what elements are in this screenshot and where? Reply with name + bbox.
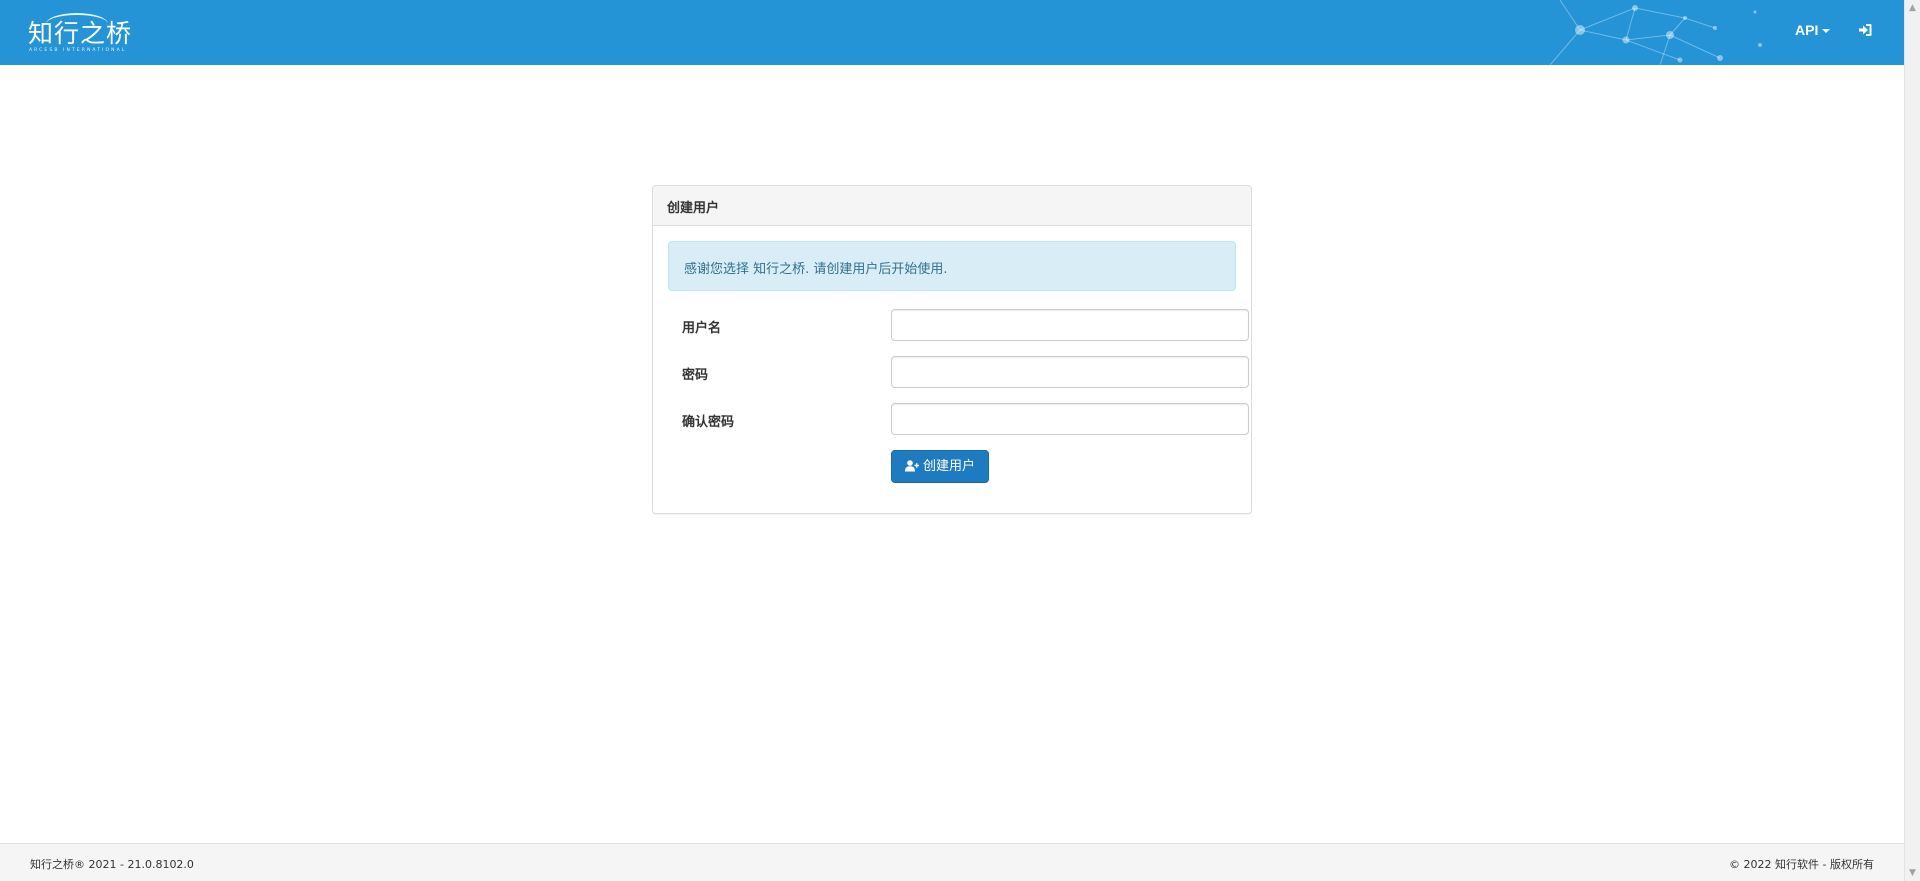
footer-copyright: © 2022 知行软件 - 版权所有 [1729, 858, 1874, 871]
footer-version: 知行之桥® 2021 - 21.0.8102.0 [30, 858, 194, 871]
brand-name: 知行之桥 [28, 19, 133, 48]
create-user-panel: 创建用户 感谢您选择 知行之桥. 请创建用户后开始使用. 用户名 密码 确认密码… [652, 185, 1252, 514]
username-input[interactable] [891, 309, 1249, 341]
username-label: 用户名 [682, 321, 722, 336]
create-user-button[interactable]: 创建用户 [891, 450, 990, 483]
sign-in-icon-glyph [1859, 24, 1872, 36]
scroll-down-icon[interactable]: ▼ [1905, 865, 1920, 881]
password-input[interactable] [891, 356, 1249, 388]
panel-title: 创建用户 [653, 186, 1251, 226]
username-row: 用户名 [668, 309, 1249, 343]
brand-logo[interactable]: 知行之桥 ARCESB INTERNATIONAL [28, 11, 131, 55]
password-row: 密码 [668, 356, 1249, 390]
confirm-password-input[interactable] [891, 403, 1249, 435]
footer: 知行之桥® 2021 - 21.0.8102.0 © 2022 知行软件 - 版… [0, 843, 1904, 881]
sign-in-icon[interactable] [1857, 22, 1877, 42]
user-plus-icon [905, 460, 919, 472]
confirm-password-row: 确认密码 [668, 403, 1249, 437]
confirm-password-label: 确认密码 [682, 415, 735, 430]
vertical-scrollbar[interactable]: ▲ ▼ [1904, 0, 1920, 881]
api-menu[interactable]: API [1795, 22, 1831, 38]
password-label: 密码 [682, 368, 709, 383]
submit-row: 创建用户 [668, 450, 1236, 484]
scroll-up-icon[interactable]: ▲ [1905, 0, 1920, 16]
top-navbar: 知行之桥 ARCESB INTERNATIONAL API [0, 0, 1904, 65]
page: 知行之桥 ARCESB INTERNATIONAL API 创建用户 感谢您选择… [0, 0, 1904, 881]
info-alert: 感谢您选择 知行之桥. 请创建用户后开始使用. [668, 241, 1236, 291]
create-user-button-label: 创建用户 [923, 459, 976, 474]
network-decoration [1549, 0, 1762, 65]
caret-down-icon [1822, 29, 1831, 34]
api-menu-label: API [1795, 22, 1819, 38]
brand-subtitle: ARCESB INTERNATIONAL [29, 48, 127, 53]
